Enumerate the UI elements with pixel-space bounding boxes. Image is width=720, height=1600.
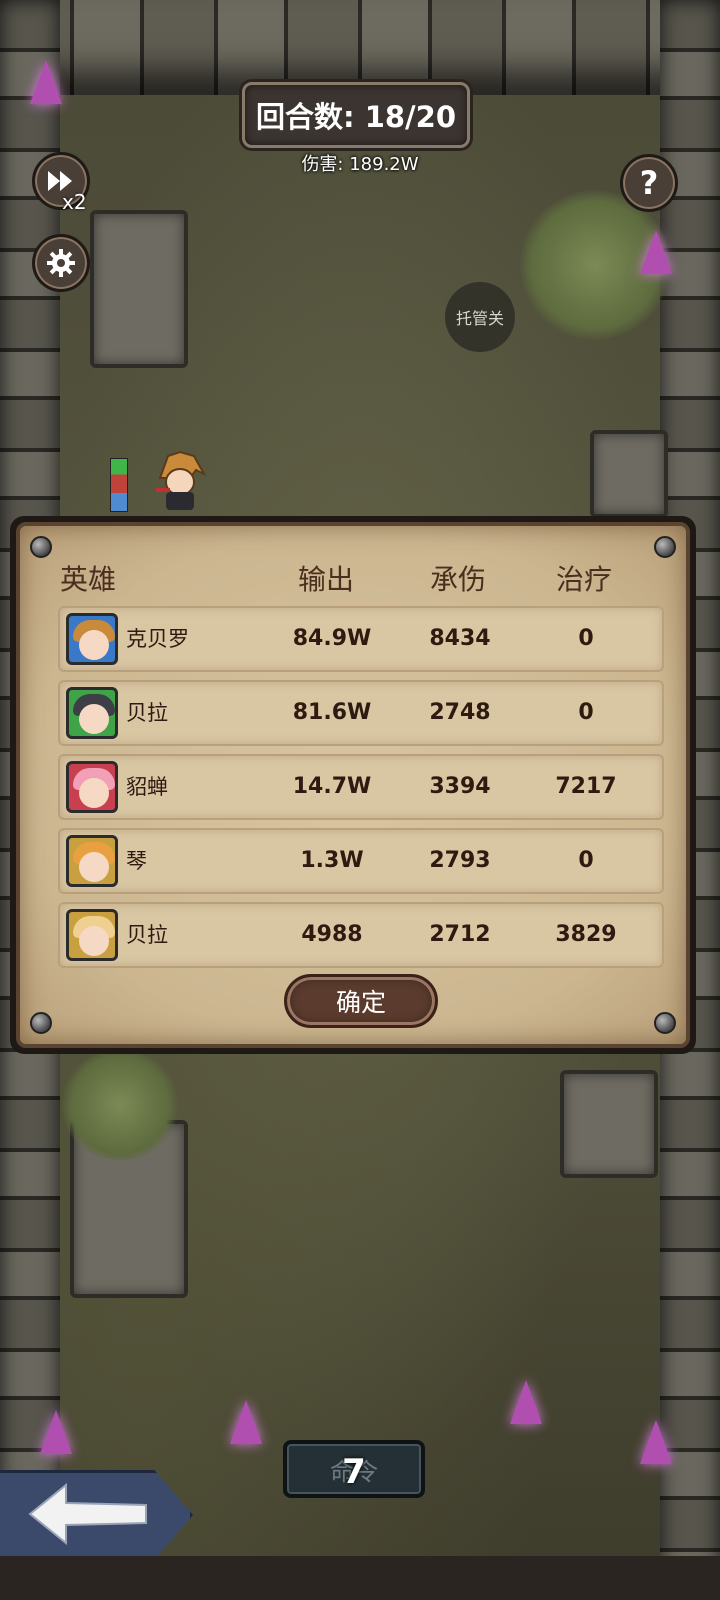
- stats-row: 贝拉 81.6W 2748 0: [58, 680, 664, 746]
- command-count: 7: [342, 1452, 366, 1492]
- hero-output: 1.3W: [300, 848, 364, 873]
- help-button[interactable]: ?: [620, 154, 678, 212]
- header-damage-taken: 承伤: [430, 563, 487, 596]
- hero-avatar-face: [79, 704, 109, 734]
- hero-damage-taken: 2712: [429, 922, 491, 947]
- purple-crystal: [510, 1380, 542, 1424]
- ruin-pillar: [90, 210, 188, 368]
- hero-avatar-face: [79, 926, 109, 956]
- hero-healing: 0: [578, 700, 594, 725]
- stats-header-row: 英雄 输出 承伤 治疗: [60, 558, 646, 598]
- total-damage-label: 伤害: 189.2W: [301, 154, 419, 175]
- stats-row: 琴 1.3W 2793 0: [58, 828, 664, 894]
- confirm-button[interactable]: 确定: [284, 974, 438, 1028]
- hero-avatar-face: [79, 778, 109, 808]
- command-button[interactable]: 命令 7: [283, 1440, 425, 1498]
- battle-stats-panel: 英雄 输出 承伤 治疗 克贝罗 84.9W 8434 0 贝拉 81.6W 2748 0 貂蝉 1…: [10, 516, 696, 1054]
- bottom-strip: [0, 1556, 720, 1600]
- hero-output: 81.6W: [292, 700, 372, 725]
- panel-rivet: [654, 536, 676, 558]
- ruin-block: [590, 430, 668, 518]
- ruin-block: [560, 1070, 658, 1178]
- hero-name: 貂蝉: [126, 775, 168, 799]
- stone-wall-top: [0, 0, 720, 95]
- hero-damage-taken: 8434: [429, 626, 491, 651]
- panel-rivet: [654, 1012, 676, 1034]
- purple-crystal: [640, 1420, 672, 1464]
- settings-button[interactable]: [32, 234, 90, 292]
- hero-healing: 0: [578, 626, 594, 651]
- purple-crystal: [230, 1400, 262, 1444]
- header-healing: 治疗: [556, 563, 613, 596]
- gear-icon: [47, 249, 75, 277]
- purple-crystal: [40, 1410, 72, 1454]
- speed-multiplier: x2: [62, 190, 87, 214]
- header-output: 输出: [298, 563, 355, 596]
- hero-healing: 3829: [555, 922, 617, 947]
- battle-stats-parchment: 英雄 输出 承伤 治疗 克贝罗 84.9W 8434 0 贝拉 81.6W 2748 0 貂蝉 1…: [16, 522, 690, 1048]
- hero-avatar-face: [79, 852, 109, 882]
- hero-damage-taken: 2793: [429, 848, 491, 873]
- purple-crystal: [30, 60, 62, 104]
- auto-battle-label: 托管关: [455, 309, 504, 328]
- hero-avatar: [66, 835, 118, 887]
- hero-output: 4988: [301, 922, 363, 947]
- hero-output: 84.9W: [292, 626, 372, 651]
- hero-name: 琴: [126, 849, 147, 873]
- hero-name: 贝拉: [126, 923, 168, 947]
- hero-healing: 7217: [555, 774, 617, 799]
- round-counter-label: 回合数: 18/20: [256, 100, 456, 134]
- panel-rivet: [30, 1012, 52, 1034]
- hero-avatar: [66, 613, 118, 665]
- bush: [60, 1050, 180, 1160]
- hero-avatar: [66, 687, 118, 739]
- stats-row: 貂蝉 14.7W 3394 7217: [58, 754, 664, 820]
- stats-row: 贝拉 4988 2712 3829: [58, 902, 664, 968]
- hero-output: 14.7W: [292, 774, 372, 799]
- hero-sprite: [156, 450, 207, 510]
- panel-rivet: [30, 536, 52, 558]
- round-counter: 回合数: 18/20: [242, 82, 470, 148]
- back-arrow-icon: [28, 1482, 147, 1546]
- hero-avatar: [66, 761, 118, 813]
- hero-damage-taken: 3394: [429, 774, 491, 799]
- auto-battle-toggle[interactable]: 托管关: [445, 282, 515, 352]
- hero-healing: 0: [578, 848, 594, 873]
- hero-avatar: [66, 909, 118, 961]
- back-button[interactable]: [0, 1470, 193, 1560]
- hero-avatar-face: [79, 630, 109, 660]
- help-icon: ?: [639, 164, 659, 202]
- buff-status-icons: [110, 458, 128, 512]
- purple-crystal: [640, 230, 672, 274]
- confirm-button-label: 确定: [335, 988, 386, 1017]
- hero-name: 克贝罗: [126, 627, 189, 651]
- hero-damage-taken: 2748: [429, 700, 491, 725]
- header-hero: 英雄: [60, 563, 117, 596]
- stats-row: 克贝罗 84.9W 8434 0: [58, 606, 664, 672]
- stats-rows: 克贝罗 84.9W 8434 0 贝拉 81.6W 2748 0 貂蝉 14.7W 3394 7217…: [58, 606, 664, 976]
- hero-name: 贝拉: [126, 701, 168, 725]
